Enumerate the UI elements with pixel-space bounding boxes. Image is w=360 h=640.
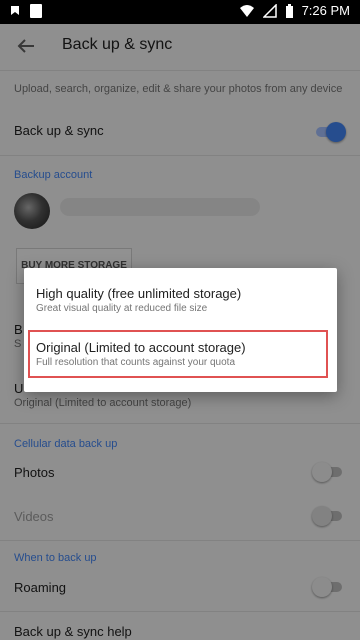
notification-icon	[11, 6, 19, 15]
status-bar: 7:26 PM	[0, 0, 360, 24]
wifi-icon	[239, 4, 254, 17]
signal-icon	[262, 3, 277, 18]
highlight-box	[28, 330, 328, 378]
image-icon	[30, 4, 42, 18]
option-title: High quality (free unlimited storage)	[36, 286, 242, 301]
status-time: 7:26 PM	[301, 3, 350, 18]
upload-size-dialog: High quality (free unlimited storage) Gr…	[24, 268, 337, 392]
option-high-quality[interactable]: High quality (free unlimited storage) Gr…	[24, 268, 337, 328]
option-subtitle: Great visual quality at reduced file siz…	[36, 303, 208, 314]
battery-icon	[285, 3, 293, 18]
